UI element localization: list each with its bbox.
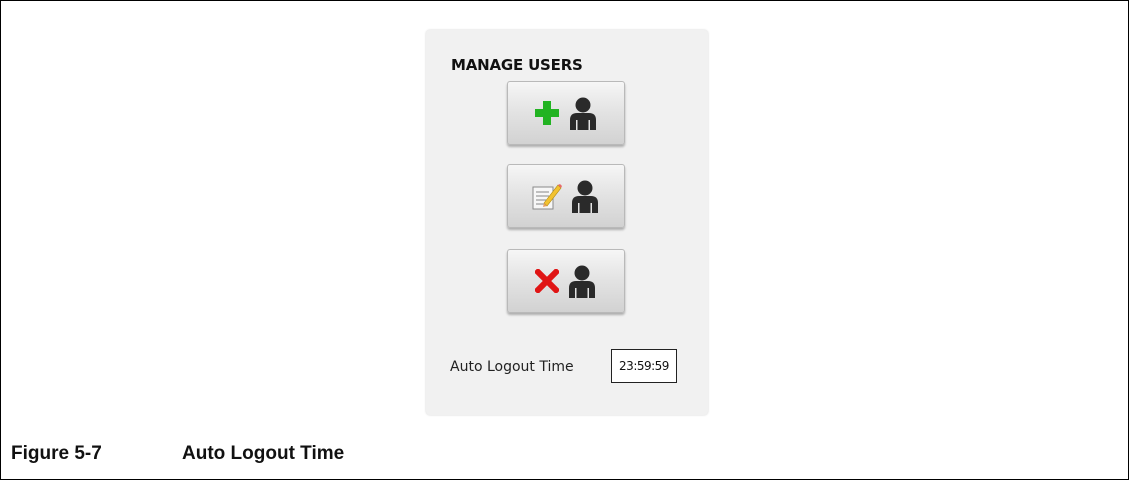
figure-title: Auto Logout Time (182, 443, 345, 464)
edit-user-button[interactable] (507, 164, 625, 228)
plus-icon (534, 100, 560, 126)
auto-logout-label: Auto Logout Time (450, 359, 574, 375)
figure-frame: MANAGE USERS Auto Logout Time 23:59:59 F… (0, 0, 1129, 480)
user-icon (568, 96, 598, 130)
x-delete-icon (535, 269, 559, 293)
figure-number: Figure 5-7 (11, 443, 102, 464)
panel-title: MANAGE USERS (451, 56, 583, 74)
auto-logout-time-field[interactable]: 23:59:59 (611, 349, 677, 383)
manage-users-panel: MANAGE USERS Auto Logout Time 23:59:59 (426, 30, 708, 415)
delete-user-button[interactable] (507, 249, 625, 313)
add-user-button[interactable] (507, 81, 625, 145)
user-icon (567, 264, 597, 298)
user-icon (570, 179, 600, 213)
edit-notepad-icon (532, 182, 562, 210)
